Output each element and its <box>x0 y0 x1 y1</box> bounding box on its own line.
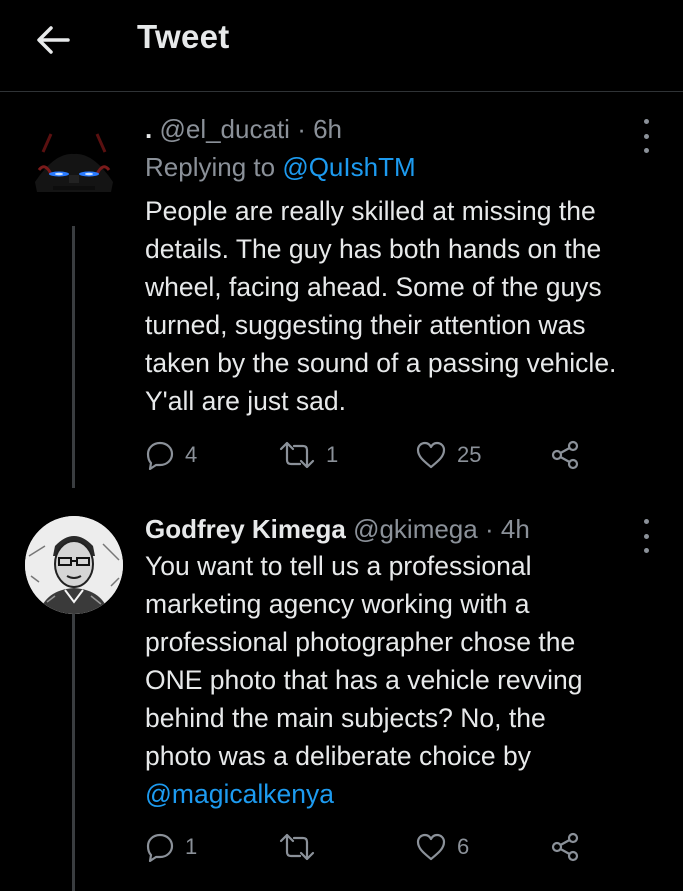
more-options-button[interactable] <box>634 119 658 153</box>
reply-button[interactable]: 4 <box>145 438 197 472</box>
text-line: ONE photo that has a vehicle revving <box>145 665 583 695</box>
text-line: marketing agency working with a <box>145 589 530 619</box>
avatar[interactable] <box>25 516 123 614</box>
text-line: details. The guy has both hands on the <box>145 234 602 264</box>
like-count: 25 <box>457 442 482 467</box>
display-name[interactable]: Godfrey Kimega <box>145 514 346 544</box>
arrow-left-icon <box>37 26 70 54</box>
more-dot <box>643 119 649 124</box>
separator: · <box>484 514 494 544</box>
text-line: wheel, facing ahead. Some of the guys <box>145 272 602 302</box>
replying-to-mention[interactable]: @QuIshTM <box>282 152 415 182</box>
replying-to: Replying to @QuIshTM <box>145 152 416 183</box>
tweet-actions: 4 1 25 <box>145 438 615 472</box>
retweet-icon <box>279 833 315 861</box>
tweet-meta: . @el_ducati · 6h <box>145 114 342 145</box>
back-button[interactable] <box>30 20 76 60</box>
heart-icon <box>416 441 446 469</box>
tweet-meta: Godfrey Kimega @gkimega · 4h <box>145 514 530 545</box>
retweet-button[interactable] <box>278 830 326 864</box>
separator: · <box>297 114 306 144</box>
like-button[interactable]: 25 <box>415 438 481 472</box>
retweet-count: 1 <box>326 442 339 467</box>
share-icon <box>551 832 579 862</box>
more-dot <box>643 533 649 539</box>
heart-icon <box>416 833 446 861</box>
avatar-portrait-image <box>25 516 123 614</box>
retweet-icon <box>279 441 315 469</box>
more-dot <box>643 133 649 139</box>
page-title: Tweet <box>137 18 230 55</box>
tweet-2[interactable]: Godfrey Kimega @gkimega · 4h You want to… <box>0 502 683 891</box>
reply-bubble-icon <box>146 833 174 862</box>
tweet-text: You want to tell us a professional marke… <box>145 547 670 813</box>
reply-bubble-icon <box>146 441 174 470</box>
share-icon <box>551 440 579 470</box>
display-name[interactable]: . <box>145 114 152 144</box>
tweet-text: People are really skilled at missing the… <box>145 192 670 420</box>
like-count: 6 <box>457 834 470 859</box>
text-line: People are really skilled at missing the <box>145 196 596 226</box>
reply-count: 4 <box>185 442 198 467</box>
text-line: Y'all are just sad. <box>145 386 346 416</box>
like-button[interactable]: 6 <box>415 830 469 864</box>
replying-prefix: Replying to <box>145 152 276 182</box>
more-dot <box>643 519 649 524</box>
tweet-1[interactable]: . @el_ducati · 6h Replying to @QuIshTM P… <box>0 92 683 502</box>
text-line: photo was a deliberate choice by <box>145 741 531 771</box>
text-line: taken by the sound of a passing vehicle. <box>145 348 617 378</box>
more-dot <box>643 148 649 153</box>
retweet-button[interactable]: 1 <box>278 438 338 472</box>
reply-button[interactable]: 1 <box>145 830 197 864</box>
text-line: behind the main subjects? No, the <box>145 703 546 733</box>
avatar[interactable] <box>25 112 123 210</box>
text-line: turned, suggesting their attention was <box>145 310 586 340</box>
app-header: Tweet <box>0 0 683 92</box>
avatar-car-image <box>25 112 123 210</box>
text-line: You want to tell us a professional <box>145 551 532 581</box>
mention-link[interactable]: @magicalkenya <box>145 779 334 809</box>
handle[interactable]: @gkimega <box>353 514 478 544</box>
timestamp[interactable]: 6h <box>313 114 342 144</box>
share-button[interactable] <box>550 830 580 864</box>
timestamp[interactable]: 4h <box>501 514 530 544</box>
tweet-actions: 1 6 <box>145 830 615 864</box>
reply-count: 1 <box>185 834 198 859</box>
handle[interactable]: @el_ducati <box>159 114 289 144</box>
text-line: professional photographer chose the <box>145 627 576 657</box>
share-button[interactable] <box>550 438 580 472</box>
